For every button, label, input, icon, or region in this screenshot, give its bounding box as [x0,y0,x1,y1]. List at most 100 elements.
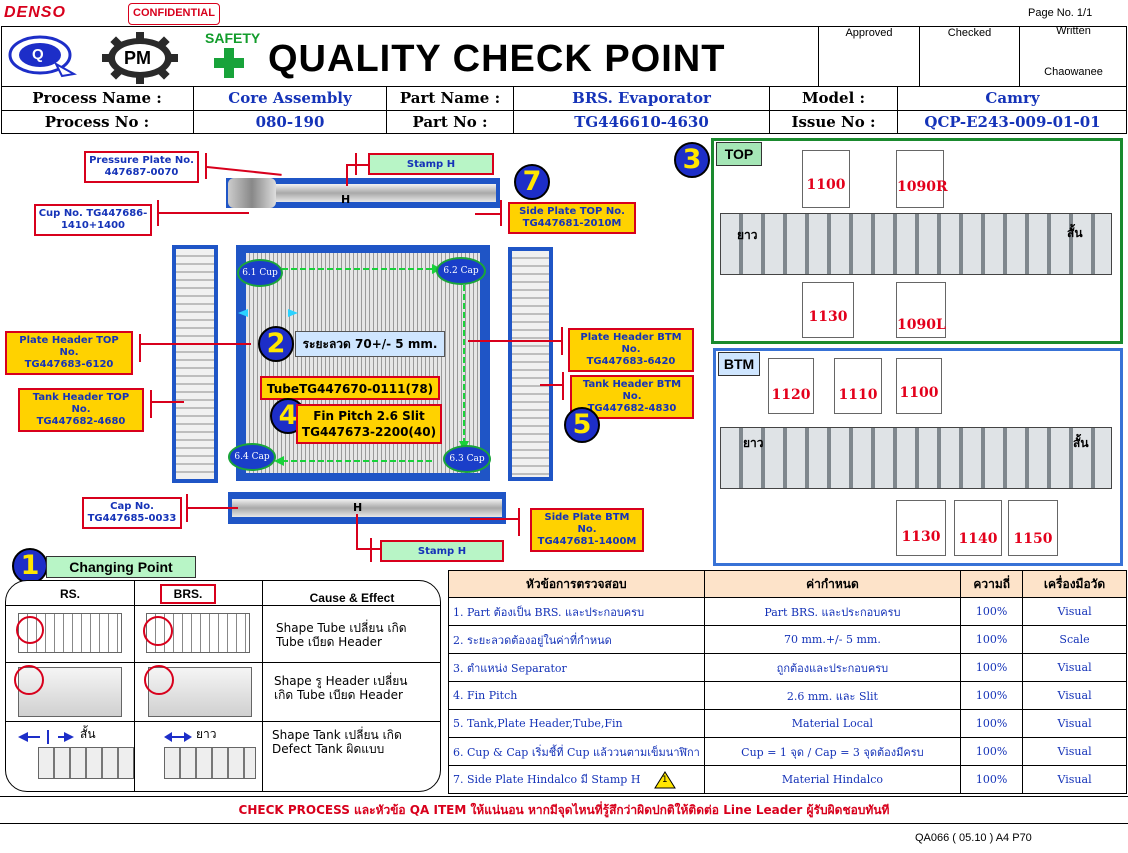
col-cause: Cause & Effect [309,591,395,605]
part-name-value: BRS. Evaporator [513,87,769,110]
leader-line [150,390,152,418]
check-spec: Cup = 1 จุด / Cap = 3 จุดต้องมีครบ [703,737,962,766]
table-row: 1. Part ต้องเป็น BRS. และประกอบครบ Part … [448,597,1127,626]
wire-distance-label: ระยะลวด 70+/- 5 mm. [295,331,445,357]
approved-label: Approved [845,27,893,39]
header-tool: เครื่องมือวัด [1022,570,1127,598]
leader-line [470,518,518,520]
btm-plate-code: 1120 [771,387,811,403]
fin-pitch-callout: Fin Pitch 2.6 Slit TG447673-2200(40) [296,404,442,444]
leader-line [370,538,372,562]
cup-no-callout: Cup No. TG447686- 1410+1400 [34,204,152,236]
check-tool: Visual [1022,737,1127,766]
process-name-value: Core Assembly [193,87,386,110]
btm-plate-code: 1140 [958,531,998,547]
table-row: 6. Cup & Cap เริ่มชี้ที่ Cup แล้ววนตามเข… [448,737,1127,766]
top-tag: TOP [716,142,762,166]
leader-line [139,334,141,362]
table-row: 7. Side Plate Hindalco มี Stamp H 1 Mate… [448,765,1127,794]
check-spec: Material Hindalco [703,765,962,794]
issue-no-value: QCP-E243-009-01-01 [897,111,1127,134]
leader-line [561,327,563,355]
col-brs: BRS. [160,584,216,604]
process-no-label: Process No : [44,113,150,131]
leader-line [540,384,562,386]
check-item: 5. Tank,Plate Header,Tube,Fin [448,709,705,738]
cp-divider [6,605,440,606]
check-item: 4. Fin Pitch [448,681,705,710]
safety-label: SAFETY [205,30,261,46]
btm-plate-1120: 1120 [768,358,814,414]
btm-tube-photo: ยาว สั้น [720,427,1112,489]
check-frequency: 100% [960,681,1024,710]
process-name-label: Process Name : [32,89,162,107]
cap-6-4: 6.4 Cap [228,443,276,471]
check-frequency: 100% [960,709,1024,738]
highlight-circle [14,665,44,695]
btm-short-label: สั้น [1073,436,1089,450]
btm-plate-1130: 1130 [896,500,946,556]
btm-plate-1100: 1100 [896,358,942,414]
check-tool: Visual [1022,653,1127,682]
check-tool: Visual [1022,681,1127,710]
pressure-plate-callout: Pressure Plate No. 447687-0070 [84,151,199,183]
safety-cross-icon-bar [214,58,244,68]
leader-line [518,508,520,536]
info-row-2: Process No : 080-190 Part No : TG446610-… [1,110,1127,134]
check-items-table: หัวข้อการตรวจสอบ ค่ากำหนด ความถี่ เครื่อ… [448,570,1127,794]
col-rs: RS. [59,587,80,601]
top-plate-1100: 1100 [802,150,850,208]
warning-number: 1 [661,775,668,785]
process-no-value: 080-190 [193,111,386,134]
pm-logo: PM [100,32,180,84]
right-tank-body [512,251,549,477]
badge-2: 2 [258,326,294,362]
form-code: QA066 ( 05.10 ) A4 P70 [915,832,1032,844]
written-label: Written [1056,25,1091,37]
checked-cell: Checked [919,26,1019,86]
cp-divider [6,721,440,722]
btm-tag: BTM [718,352,760,376]
check-tool: Visual [1022,709,1127,738]
warning-triangle-icon: 1 [654,771,676,789]
top-plate-code: 1100 [806,177,846,193]
pm-logo-text: PM [124,48,151,68]
stamp-h-top-callout: Stamp H [368,153,494,175]
highlight-circle [16,616,44,644]
check-spec: Material Local [703,709,962,738]
highlight-circle [144,665,174,695]
top-short-label: สั้น [1067,226,1083,240]
leader-line [141,343,251,345]
long-label: ยาว [196,727,217,741]
cause-row-1: Shape Tube เปลี่ยน เกิด Tube เบียด Heade… [276,621,407,649]
btm-long-label: ยาว [743,436,764,450]
btm-plate-code: 1150 [1013,531,1053,547]
table-row: 5. Tank,Plate Header,Tube,Fin Material L… [448,709,1127,738]
part-no-label: Part No : [386,111,513,134]
check-spec: ถูกต้องและประกอบครบ [703,653,962,682]
cap-no-callout: Cap No. TG447685-0033 [82,497,182,529]
approved-cell: Approved [818,26,919,86]
btm-plate-1150: 1150 [1008,500,1058,556]
check-item: 3. ตำแหน่ง Separator [448,653,705,682]
leader-line [346,164,348,186]
check-item: 2. ระยะลวดต้องอยู่ในค่าที่กำหนด [448,625,705,654]
leader-line [152,401,184,403]
stamp-h-bottom-callout: Stamp H [380,540,504,562]
check-tool: Scale [1022,625,1127,654]
tube-callout: TubeTG447670-0111(78) [260,376,440,400]
part-no-value: TG446610-4630 [513,111,769,134]
check-frequency: 100% [960,653,1024,682]
bottom-view-tank [232,499,502,517]
cause-row-3: Shape Tank เปลี่ยน เกิด Defect Tank ผิดแ… [272,728,402,756]
top-plate-code: 1090L [897,317,946,333]
changing-point-table: RS. BRS. Cause & Effect Shape Tube เปลี่… [5,580,441,792]
leader-line [562,372,564,400]
q-logo-letter: Q [32,46,44,63]
btm-plate-1110: 1110 [834,358,882,414]
check-item: 7. Side Plate Hindalco มี Stamp H [453,773,641,786]
written-by: Chaowanee [1044,66,1103,78]
brand-logo: DENSO [4,4,66,21]
cp-divider [262,581,263,791]
check-spec: 70 mm.+/- 5 mm. [703,625,962,654]
